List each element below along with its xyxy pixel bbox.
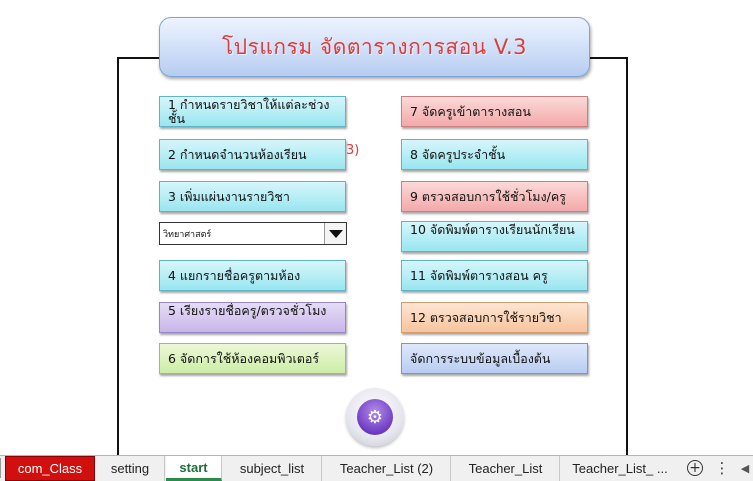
scroll-left-icon[interactable]: ◀ xyxy=(737,458,753,478)
tab-teacher-list-more[interactable]: Teacher_List_ ... xyxy=(561,456,679,481)
btn-check-teacher-hours[interactable]: 9 ตรวจสอบการใช้ชั่วโมง/ครู xyxy=(401,181,588,212)
btn-add-subject-sheet[interactable]: 3 เพิ่มแผ่นงานรายวิชา xyxy=(159,181,346,212)
tab-teacher-list[interactable]: Teacher_List xyxy=(452,456,560,481)
settings-orb-button[interactable]: ⚙ xyxy=(346,388,404,446)
subject-dropdown[interactable]: วิทยาศาสตร์ xyxy=(159,222,347,245)
btn-split-teachers-by-room[interactable]: 4 แยกรายชื่อครูตามห้อง xyxy=(159,260,346,291)
btn-assign-homeroom-teacher[interactable]: 8 จัดครูประจำชั้น xyxy=(401,139,588,170)
btn-define-classrooms[interactable]: 2 กำหนดจำนวนห้องเรียน xyxy=(159,139,346,170)
program-title: โปรแกรม จัดตารางการสอน V.3 xyxy=(221,34,528,59)
dropdown-arrow-icon[interactable] xyxy=(324,223,346,244)
red-text-fragment: 3) xyxy=(346,143,360,158)
btn-print-teacher-timetable[interactable]: 11 จัดพิมพ์ตารางสอน ครู xyxy=(401,260,588,291)
btn-manage-computer-room[interactable]: 6 จัดการใช้ห้องคอมพิวเตอร์ xyxy=(159,343,346,374)
more-icon[interactable]: ⋮ xyxy=(714,458,730,478)
tab-teacher-list-2[interactable]: Teacher_List (2) xyxy=(323,456,451,481)
btn-manage-basic-data[interactable]: จัดการระบบข้อมูลเบื้องต้น xyxy=(401,343,588,374)
sheet-tab-bar: com_Class setting start subject_list Tea… xyxy=(0,455,753,481)
btn-check-subject-usage[interactable]: 12 ตรวจสอบการใช้รายวิชา xyxy=(401,302,588,333)
add-sheet-icon[interactable]: + xyxy=(684,458,706,478)
btn-assign-teachers-schedule[interactable]: 7 จัดครูเข้าตารางสอน xyxy=(401,96,588,127)
btn-print-student-timetable[interactable]: 10 จัดพิมพ์ตารางเรียนนักเรียน xyxy=(401,221,588,252)
btn-define-subjects[interactable]: 1 กำหนดรายวิชาให้แต่ละช่วงชั้น xyxy=(159,96,346,127)
subject-dropdown-value: วิทยาศาสตร์ xyxy=(163,229,212,240)
tab-start[interactable]: start xyxy=(166,456,222,481)
btn-sort-teachers-check-hours[interactable]: 5 เรียงรายชื่อครู/ตรวจชั่วโมง xyxy=(159,302,346,333)
tab-setting[interactable]: setting xyxy=(96,456,165,481)
gears-icon: ⚙ xyxy=(357,399,393,435)
tab-subject-list[interactable]: subject_list xyxy=(223,456,322,481)
program-title-banner: โปรแกรม จัดตารางการสอน V.3 xyxy=(159,17,590,77)
tab-com-class[interactable]: com_Class xyxy=(5,456,95,481)
